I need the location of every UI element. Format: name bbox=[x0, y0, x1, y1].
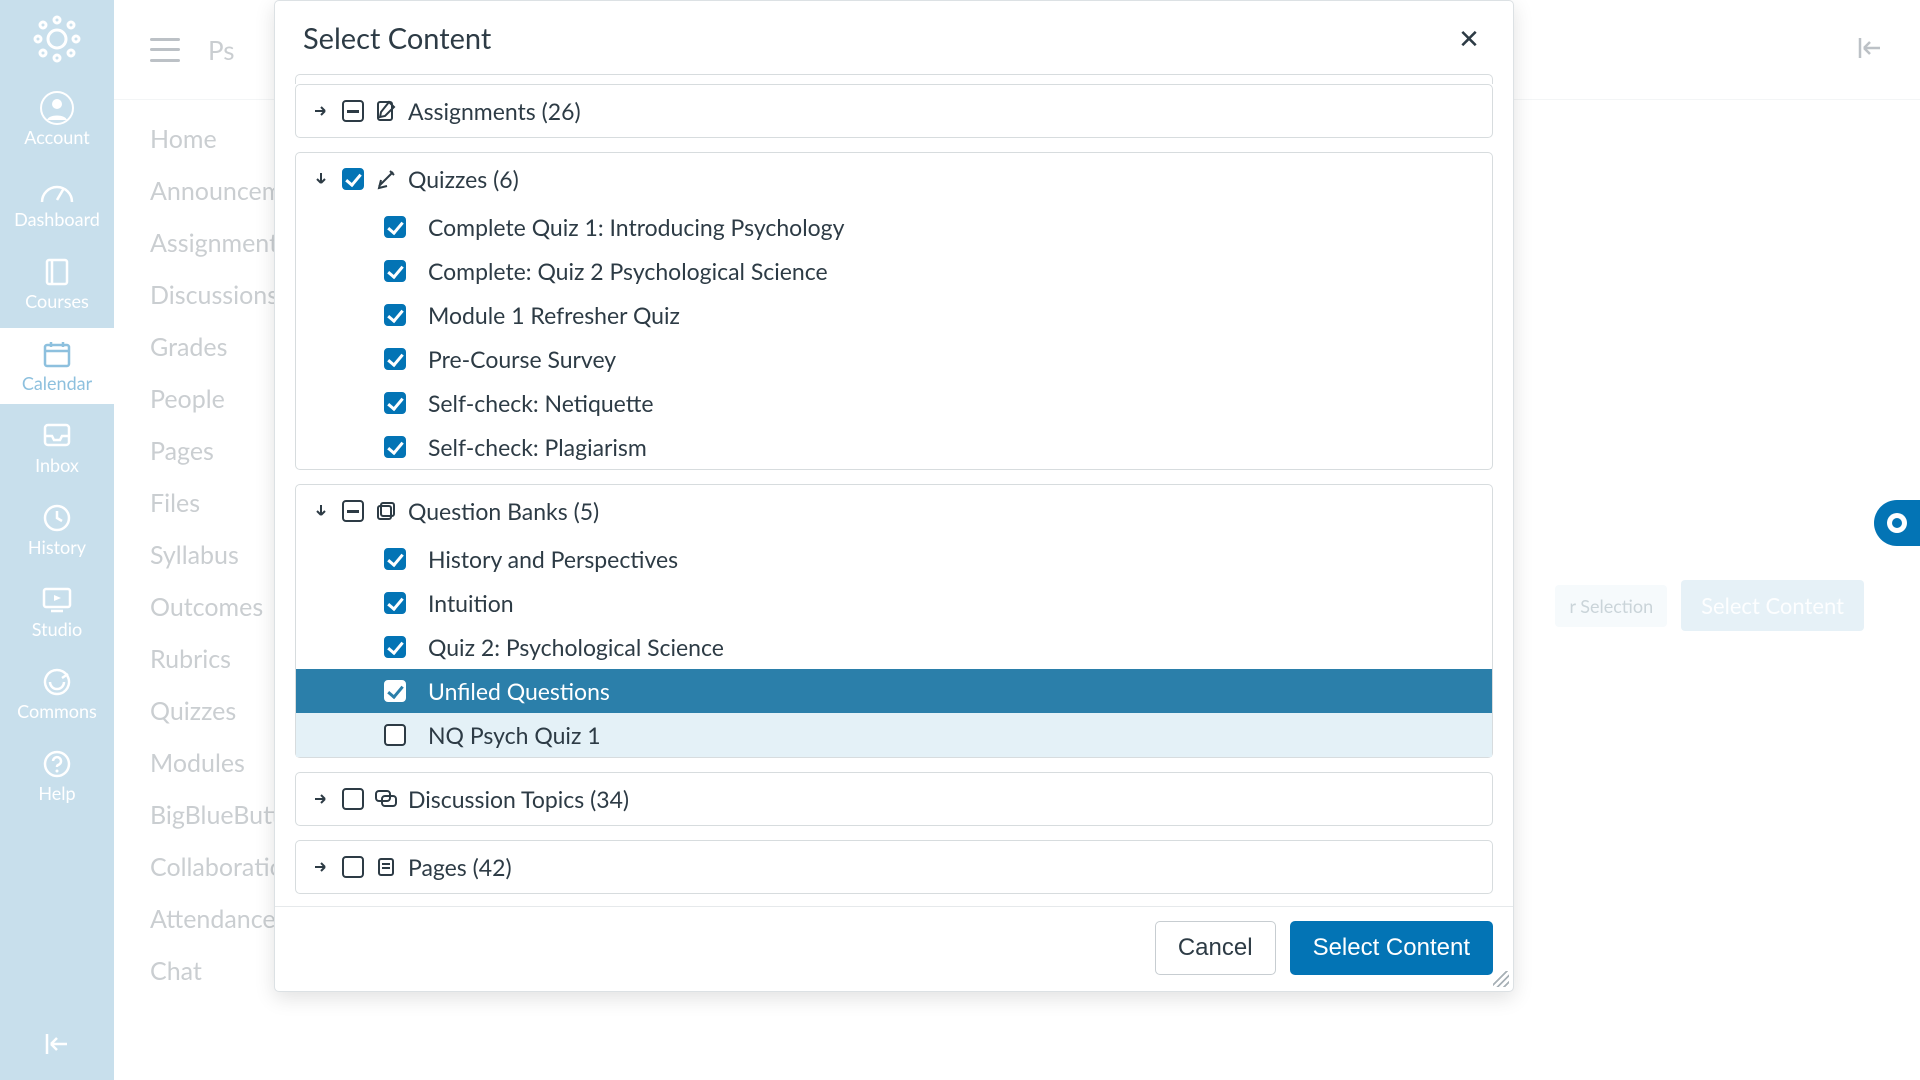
modal-header: Select Content ✕ bbox=[275, 1, 1513, 74]
item-checkbox[interactable] bbox=[384, 260, 406, 282]
modal-body[interactable]: Assignments (26) Quizzes (6) Complete Qu… bbox=[275, 74, 1513, 906]
group-header-quizzes[interactable]: Quizzes (6) bbox=[296, 153, 1492, 205]
item-label: Module 1 Refresher Quiz bbox=[428, 301, 680, 329]
item-checkbox[interactable] bbox=[384, 636, 406, 658]
group-label: Discussion Topics (34) bbox=[408, 785, 629, 813]
group-question-banks: Question Banks (5) History and Perspecti… bbox=[295, 484, 1493, 758]
quiz-icon bbox=[374, 167, 398, 191]
item-label: NQ Psych Quiz 1 bbox=[428, 721, 601, 749]
group-checkbox-discussions[interactable] bbox=[342, 788, 364, 810]
quizzes-items: Complete Quiz 1: Introducing Psychology … bbox=[296, 205, 1492, 469]
expand-arrow-icon[interactable] bbox=[310, 856, 332, 878]
group-label: Quizzes (6) bbox=[408, 165, 519, 193]
qbank-item[interactable]: NQ Psych Quiz 1 bbox=[296, 713, 1492, 757]
close-icon[interactable]: ✕ bbox=[1453, 23, 1485, 55]
group-pages: Pages (42) bbox=[295, 840, 1493, 894]
group-header-assignments[interactable]: Assignments (26) bbox=[296, 85, 1492, 137]
group-header-qbanks[interactable]: Question Banks (5) bbox=[296, 485, 1492, 537]
question-bank-icon bbox=[374, 499, 398, 523]
group-header-discussions[interactable]: Discussion Topics (34) bbox=[296, 773, 1492, 825]
item-label: Pre-Course Survey bbox=[428, 345, 616, 373]
group-header-pages[interactable]: Pages (42) bbox=[296, 841, 1492, 893]
select-content-modal: Select Content ✕ Assignments (26) Quizze… bbox=[274, 0, 1514, 992]
item-checkbox[interactable] bbox=[384, 348, 406, 370]
quiz-item[interactable]: Module 1 Refresher Quiz bbox=[296, 293, 1492, 337]
item-label: Complete: Quiz 2 Psychological Science bbox=[428, 257, 828, 285]
modal-footer: Cancel Select Content bbox=[275, 906, 1513, 991]
quiz-item[interactable]: Pre-Course Survey bbox=[296, 337, 1492, 381]
item-checkbox[interactable] bbox=[384, 548, 406, 570]
qbank-item[interactable]: Quiz 2: Psychological Science bbox=[296, 625, 1492, 669]
item-label: Self-check: Netiquette bbox=[428, 389, 654, 417]
collapse-arrow-icon[interactable] bbox=[310, 168, 332, 190]
cancel-button[interactable]: Cancel bbox=[1155, 921, 1276, 975]
item-checkbox[interactable] bbox=[384, 216, 406, 238]
assignments-icon bbox=[374, 99, 398, 123]
item-label: History and Perspectives bbox=[428, 545, 678, 573]
item-label: Intuition bbox=[428, 589, 514, 617]
item-label: Self-check: Plagiarism bbox=[428, 433, 647, 461]
group-label: Assignments (26) bbox=[408, 97, 581, 125]
qbanks-items: History and Perspectives Intuition Quiz … bbox=[296, 537, 1492, 757]
item-label: Quiz 2: Psychological Science bbox=[428, 633, 724, 661]
item-checkbox[interactable] bbox=[384, 436, 406, 458]
item-checkbox[interactable] bbox=[384, 592, 406, 614]
quiz-item[interactable]: Self-check: Plagiarism bbox=[296, 425, 1492, 469]
group-label: Pages (42) bbox=[408, 853, 512, 881]
discussion-icon bbox=[374, 787, 398, 811]
item-label: Complete Quiz 1: Introducing Psychology bbox=[428, 213, 844, 241]
help-chat-bubble[interactable] bbox=[1874, 500, 1920, 546]
select-content-button[interactable]: Select Content bbox=[1290, 921, 1493, 975]
resize-grip-icon[interactable] bbox=[1493, 971, 1509, 987]
expand-arrow-icon[interactable] bbox=[310, 788, 332, 810]
pages-icon bbox=[374, 855, 398, 879]
group-discussions: Discussion Topics (34) bbox=[295, 772, 1493, 826]
collapse-arrow-icon[interactable] bbox=[310, 500, 332, 522]
group-checkbox-pages[interactable] bbox=[342, 856, 364, 878]
previous-group-peek bbox=[295, 74, 1493, 84]
qbank-item[interactable]: History and Perspectives bbox=[296, 537, 1492, 581]
quiz-item[interactable]: Complete Quiz 1: Introducing Psychology bbox=[296, 205, 1492, 249]
quiz-item[interactable]: Self-check: Netiquette bbox=[296, 381, 1492, 425]
group-label: Question Banks (5) bbox=[408, 497, 599, 525]
item-checkbox[interactable] bbox=[384, 304, 406, 326]
modal-title: Select Content bbox=[303, 21, 491, 56]
item-checkbox[interactable] bbox=[384, 680, 406, 702]
item-checkbox[interactable] bbox=[384, 392, 406, 414]
item-checkbox[interactable] bbox=[384, 724, 406, 746]
qbank-item-selected[interactable]: Unfiled Questions bbox=[296, 669, 1492, 713]
group-checkbox-quizzes[interactable] bbox=[342, 168, 364, 190]
group-quizzes: Quizzes (6) Complete Quiz 1: Introducing… bbox=[295, 152, 1493, 470]
item-label: Unfiled Questions bbox=[428, 677, 610, 705]
qbank-item[interactable]: Intuition bbox=[296, 581, 1492, 625]
group-assignments: Assignments (26) bbox=[295, 84, 1493, 138]
group-checkbox-qbanks[interactable] bbox=[342, 500, 364, 522]
expand-arrow-icon[interactable] bbox=[310, 100, 332, 122]
quiz-item[interactable]: Complete: Quiz 2 Psychological Science bbox=[296, 249, 1492, 293]
group-checkbox-assignments[interactable] bbox=[342, 100, 364, 122]
